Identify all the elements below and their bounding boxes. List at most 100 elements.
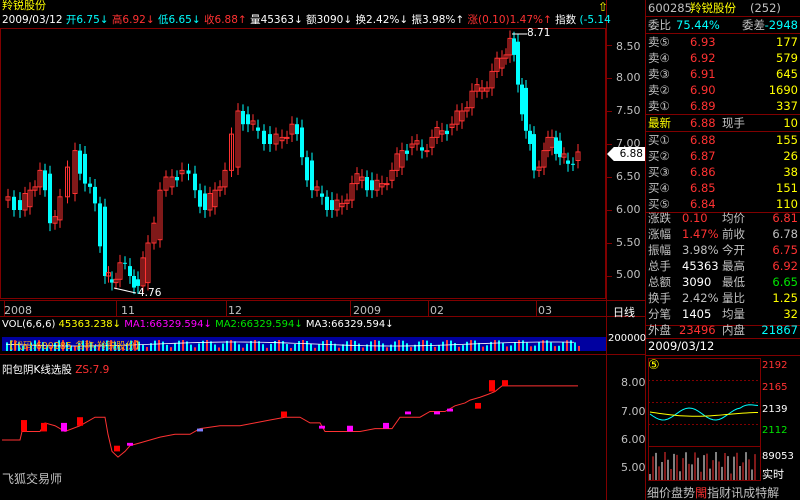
weibi-row: 委比 75.44% 委差 -2948: [648, 18, 798, 32]
order-label: 卖⑤: [648, 35, 670, 49]
stat-row: 涨跌 0.10 均价 6.81: [646, 210, 800, 226]
volume-bar: [162, 341, 164, 351]
mini-vol-label: 89053: [762, 451, 794, 462]
mini-mode[interactable]: 实时: [762, 466, 784, 482]
panel-tab[interactable]: 财: [719, 486, 731, 500]
inner-value: 21867: [761, 323, 798, 337]
date-axis-label: 11: [121, 304, 135, 317]
candle-body-down: [241, 111, 245, 125]
stock-title: 羚锐股份: [2, 0, 46, 12]
volume-bar: [474, 340, 476, 351]
sell-order-row: 卖① 6.89 337: [646, 98, 800, 114]
info-amplitude-value: 3.98%: [422, 14, 456, 26]
volume-bar: [206, 340, 208, 351]
candle-body-down: [203, 193, 207, 210]
volume-bar: [254, 340, 256, 351]
panel-tab[interactable]: 指: [707, 486, 719, 500]
indicator-header: 阳包阴K线选股 ZS:7.9: [2, 362, 109, 377]
indicator-bar: [502, 380, 508, 386]
stat-label: 分笔: [648, 307, 671, 321]
candle-body-down: [558, 140, 562, 158]
stat-value: 6.65: [772, 275, 798, 289]
period-label[interactable]: 日线: [613, 304, 635, 320]
stat-label: 最低: [722, 275, 745, 289]
volume-bar: [154, 340, 156, 351]
volume-bar: [330, 340, 332, 351]
volume-bar: [406, 343, 408, 351]
price-axis-label: 8.50: [616, 40, 641, 53]
info-turnover-value: 2.42%: [366, 14, 400, 26]
order-label: 卖②: [648, 83, 670, 97]
vol-ma3: MA3:66329.594: [305, 319, 386, 330]
stat-label: 前收: [722, 227, 745, 241]
volume-bar: [458, 346, 460, 351]
order-price: 6.88: [690, 133, 716, 147]
vol-title: VOL(6,6,6): [2, 319, 56, 330]
stat-label: 最高: [722, 259, 745, 273]
candle-body-down: [18, 200, 22, 210]
stat-value: 6.81: [772, 211, 798, 225]
candle-body-down: [520, 84, 524, 115]
panel-tab[interactable]: 成: [743, 486, 755, 500]
volume-bar: [498, 340, 500, 351]
stat-label: 换手: [648, 291, 671, 305]
price-axis-label: 6.50: [616, 170, 641, 183]
order-qty: 38: [783, 165, 798, 179]
order-qty: 579: [776, 51, 798, 65]
order-qty: 645: [776, 67, 798, 81]
mini-price-line: [649, 404, 759, 421]
weibi-value: 75.44%: [676, 18, 720, 32]
panel-tab[interactable]: 价: [659, 486, 671, 500]
volume-bar: [418, 341, 420, 351]
candle-body-down: [256, 127, 260, 131]
candle-body-down: [88, 183, 92, 187]
indicator-zs: ZS:7.9: [75, 364, 110, 376]
volume-bar: [346, 341, 348, 351]
low-marker-label: 4.76: [138, 287, 162, 299]
candle-body-up: [284, 136, 290, 139]
panel-tab[interactable]: 势: [683, 486, 695, 500]
mini-badge[interactable]: ⑤: [648, 358, 660, 373]
volume-bar: [210, 341, 212, 351]
price-axis-label: 6.00: [616, 203, 641, 216]
info-turnover-label: 换: [355, 14, 367, 26]
stat-value: 45363: [682, 259, 719, 273]
candle-body-down: [566, 160, 570, 164]
info-index-value: (-5.14: [579, 14, 611, 26]
info-amount-value: 3090: [316, 14, 344, 26]
candle-body-down: [320, 193, 324, 197]
candle-body-down: [198, 190, 202, 207]
candle-body-down: [98, 203, 102, 247]
indicator-bar: [21, 420, 27, 432]
panel-tab[interactable]: 细: [647, 486, 659, 500]
weicha-value: -2948: [764, 18, 798, 32]
volume-bar: [530, 346, 532, 351]
order-label: 买③: [648, 165, 670, 179]
stat-value: 3090: [682, 275, 712, 289]
order-qty: 177: [776, 35, 798, 49]
panel-tab[interactable]: 閙: [695, 486, 707, 500]
volume-bar: [386, 347, 388, 351]
volume-bar: [262, 344, 264, 351]
pin-icon[interactable]: ⇧: [598, 0, 608, 14]
candle-body-down: [103, 206, 107, 276]
software-signature: 飞狐交易师: [2, 472, 63, 486]
stat-value: 6.78: [772, 227, 798, 241]
info-low-label: 低: [157, 14, 169, 26]
stat-label: 总手: [648, 259, 671, 273]
volume-bar: [166, 344, 168, 351]
vol-ma2: MA2:66329.594: [215, 319, 295, 330]
volume-bar: [178, 340, 180, 351]
mini-axis-label: 2112: [762, 425, 788, 436]
candle-body-down: [83, 153, 87, 184]
panel-tab[interactable]: 盘: [671, 486, 683, 500]
panel-tab[interactable]: 讯: [731, 486, 743, 500]
candle-body-up: [384, 183, 390, 186]
panel-tab[interactable]: 特: [755, 486, 767, 500]
volume-bar: [306, 341, 308, 351]
date-axis-label: 02: [430, 304, 444, 317]
quote-header: 600285 羚锐股份 (252): [646, 0, 800, 16]
panel-tab[interactable]: 解: [767, 486, 779, 500]
info-high-label: 高: [111, 14, 123, 26]
info-close-label: 收: [204, 14, 215, 26]
